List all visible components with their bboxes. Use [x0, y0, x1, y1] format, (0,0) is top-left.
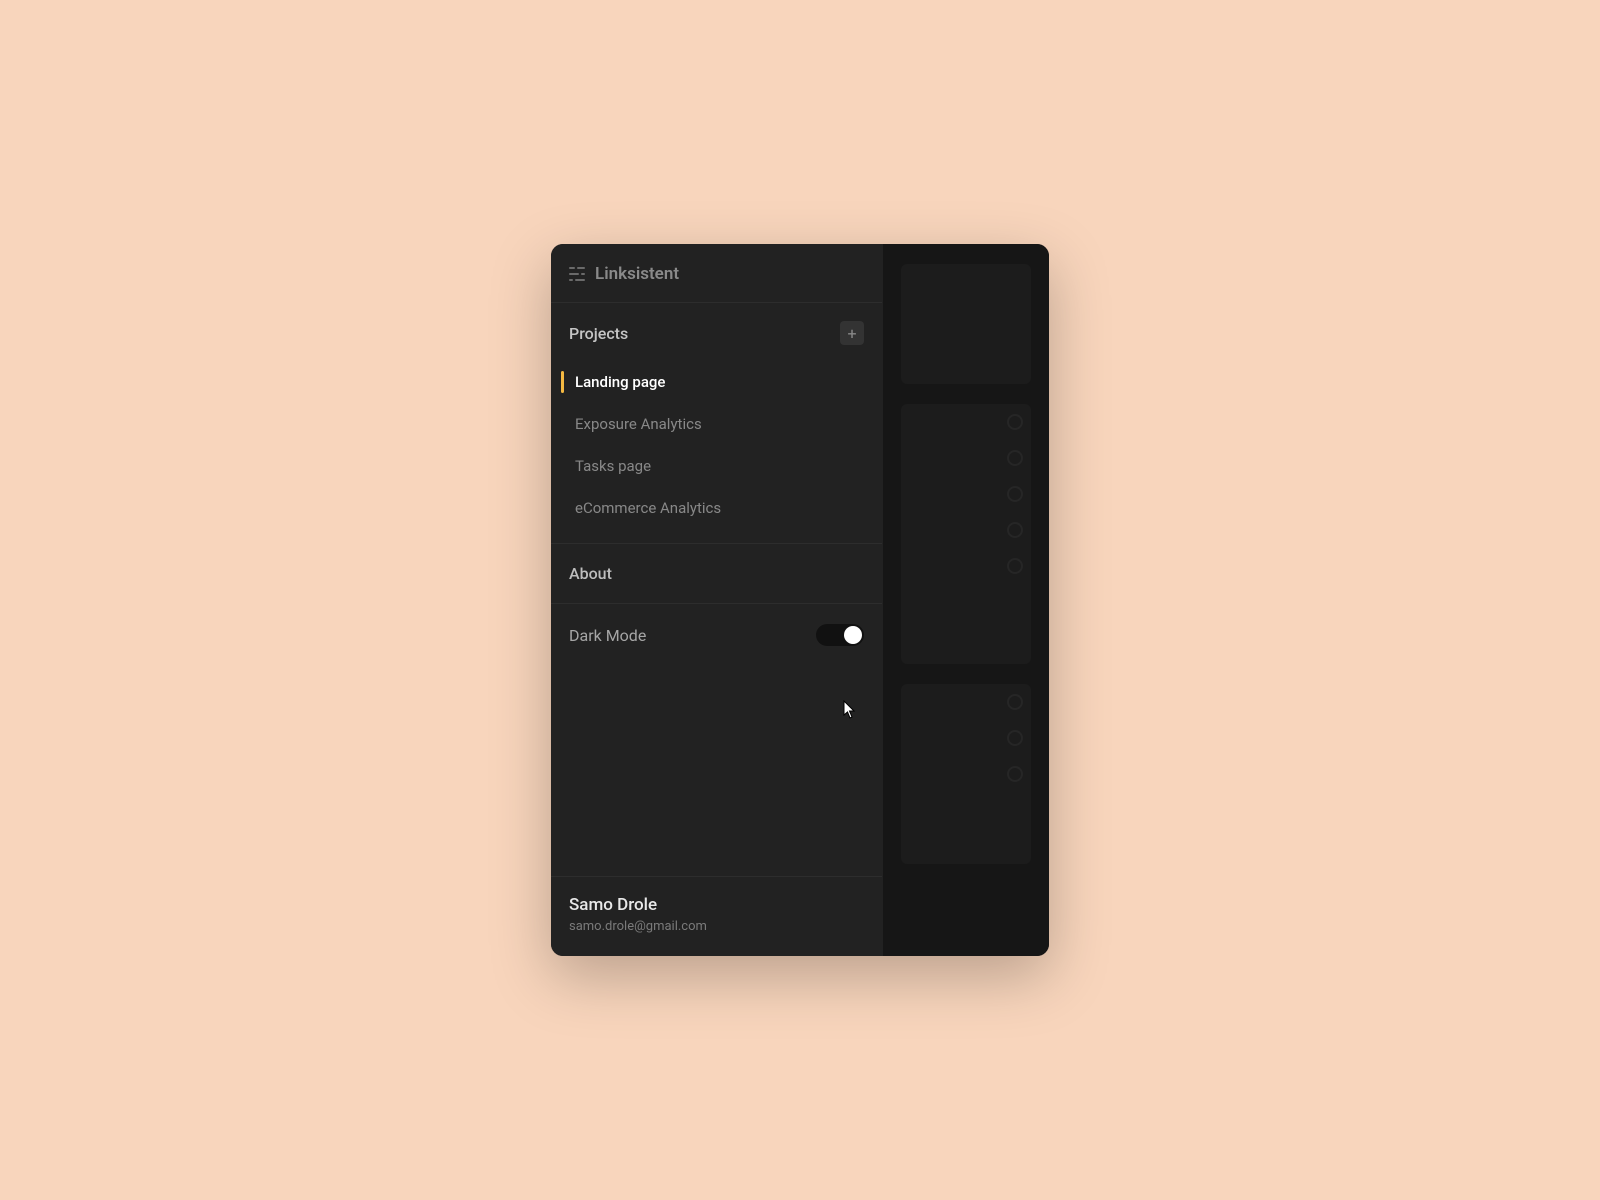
dark-mode-label: Dark Mode — [569, 626, 646, 645]
projects-section-header: Projects + — [551, 303, 882, 361]
app-window: Linksistent Projects + Landing page Expo… — [551, 244, 1049, 956]
ghost-icon-list — [901, 404, 1031, 584]
project-item-label: Tasks page — [575, 457, 651, 475]
user-section[interactable]: Samo Drole samo.drole@gmail.com — [551, 876, 882, 956]
project-item-exposure-analytics[interactable]: Exposure Analytics — [551, 403, 882, 445]
about-label: About — [569, 564, 864, 583]
main-content — [883, 244, 1049, 956]
sidebar: Linksistent Projects + Landing page Expo… — [551, 244, 883, 956]
plus-icon: + — [847, 324, 856, 343]
project-list: Landing page Exposure Analytics Tasks pa… — [551, 361, 882, 544]
project-item-tasks-page[interactable]: Tasks page — [551, 445, 882, 487]
toggle-knob — [844, 626, 862, 644]
ghost-action-icon — [1007, 522, 1023, 538]
app-name: Linksistent — [595, 264, 679, 284]
ghost-action-icon — [1007, 558, 1023, 574]
about-section[interactable]: About — [551, 544, 882, 604]
ghost-icon-list — [901, 684, 1031, 792]
projects-label: Projects — [569, 324, 628, 343]
user-name: Samo Drole — [569, 895, 864, 915]
ghost-action-icon — [1007, 694, 1023, 710]
dark-mode-toggle[interactable] — [816, 624, 864, 646]
content-card — [901, 684, 1031, 864]
sidebar-header: Linksistent — [551, 244, 882, 303]
project-item-label: Exposure Analytics — [575, 415, 702, 433]
app-logo-icon — [569, 267, 585, 281]
project-item-label: Landing page — [575, 373, 665, 391]
add-project-button[interactable]: + — [840, 321, 864, 345]
content-card — [901, 264, 1031, 384]
project-item-label: eCommerce Analytics — [575, 499, 721, 517]
user-email: samo.drole@gmail.com — [569, 919, 864, 934]
ghost-action-icon — [1007, 486, 1023, 502]
ghost-action-icon — [1007, 414, 1023, 430]
main-pane — [883, 244, 1049, 956]
ghost-action-icon — [1007, 766, 1023, 782]
ghost-action-icon — [1007, 730, 1023, 746]
project-item-landing-page[interactable]: Landing page — [551, 361, 882, 403]
project-item-ecommerce-analytics[interactable]: eCommerce Analytics — [551, 487, 882, 529]
ghost-action-icon — [1007, 450, 1023, 466]
dark-mode-section: Dark Mode — [551, 604, 882, 666]
content-card — [901, 404, 1031, 664]
sidebar-spacer — [551, 666, 882, 876]
